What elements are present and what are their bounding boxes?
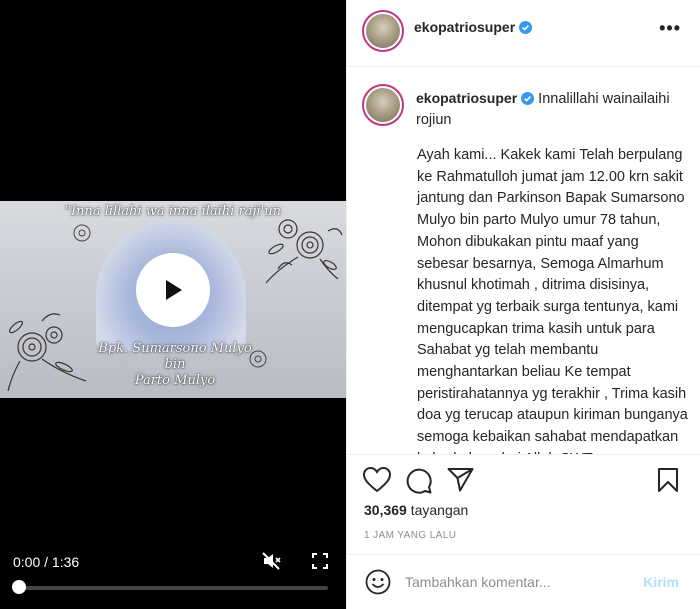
muted-speaker-icon[interactable] <box>262 552 282 570</box>
avatar[interactable] <box>362 10 404 52</box>
emoji-icon[interactable] <box>365 569 391 595</box>
caption-header: ekopatriosuper Innalillahi wainailaihi r… <box>416 88 686 131</box>
comment-icon[interactable] <box>405 467 432 494</box>
verified-badge-icon <box>521 92 535 105</box>
header-username[interactable]: ekopatriosuper <box>414 19 533 35</box>
post-sidebar: ekopatriosuper ••• ekopatriosuper Innali… <box>346 0 700 609</box>
comment-bar: Kirim <box>347 554 700 609</box>
video-controls: 0:00 / 1:36 <box>0 539 346 609</box>
post-actions: 30,369 tayangan 1 JAM YANG LALU <box>347 454 700 554</box>
share-icon[interactable] <box>447 467 474 492</box>
video-name-line2: bin <box>164 357 186 372</box>
video-name-line1: Bpk. Sumarsono Mulyo <box>98 341 252 356</box>
caption-username[interactable]: ekopatriosuper <box>416 90 535 106</box>
floral-ornament-small-left <box>73 224 91 242</box>
post-timestamp: 1 JAM YANG LALU <box>364 530 457 541</box>
play-icon <box>166 280 182 300</box>
video-name-line3: Parto Mulyo <box>134 373 216 388</box>
more-options-button[interactable]: ••• <box>659 18 681 39</box>
video-quote-text: "Inna lillahi wa inna ilaihi raji'un <box>65 204 281 219</box>
post-comment-button[interactable]: Kirim <box>643 574 679 590</box>
floral-ornament-top-right <box>265 219 343 284</box>
caption-body: Ayah kami... Kakek kami Telah berpulang … <box>417 147 688 454</box>
view-count: 30,369 tayangan <box>364 502 469 518</box>
caption-area: ekopatriosuper Innalillahi wainailaihi r… <box>347 68 700 454</box>
video-time: 0:00 / 1:36 <box>13 554 80 570</box>
video-player[interactable]: "Inna lillahi wa inna ilaihi raji'un Bpk… <box>0 0 346 609</box>
fullscreen-icon[interactable] <box>312 553 328 569</box>
video-progress-handle[interactable] <box>12 580 26 594</box>
post-header: ekopatriosuper ••• <box>347 0 700 67</box>
play-button[interactable] <box>136 253 210 327</box>
comment-input[interactable] <box>405 567 635 597</box>
caption-avatar[interactable] <box>362 84 404 126</box>
video-frame: "Inna lillahi wa inna ilaihi raji'un Bpk… <box>0 201 346 398</box>
video-progress-track[interactable] <box>18 586 328 590</box>
bookmark-icon[interactable] <box>657 467 679 493</box>
heart-icon[interactable] <box>363 467 391 493</box>
verified-badge-icon <box>519 21 533 34</box>
